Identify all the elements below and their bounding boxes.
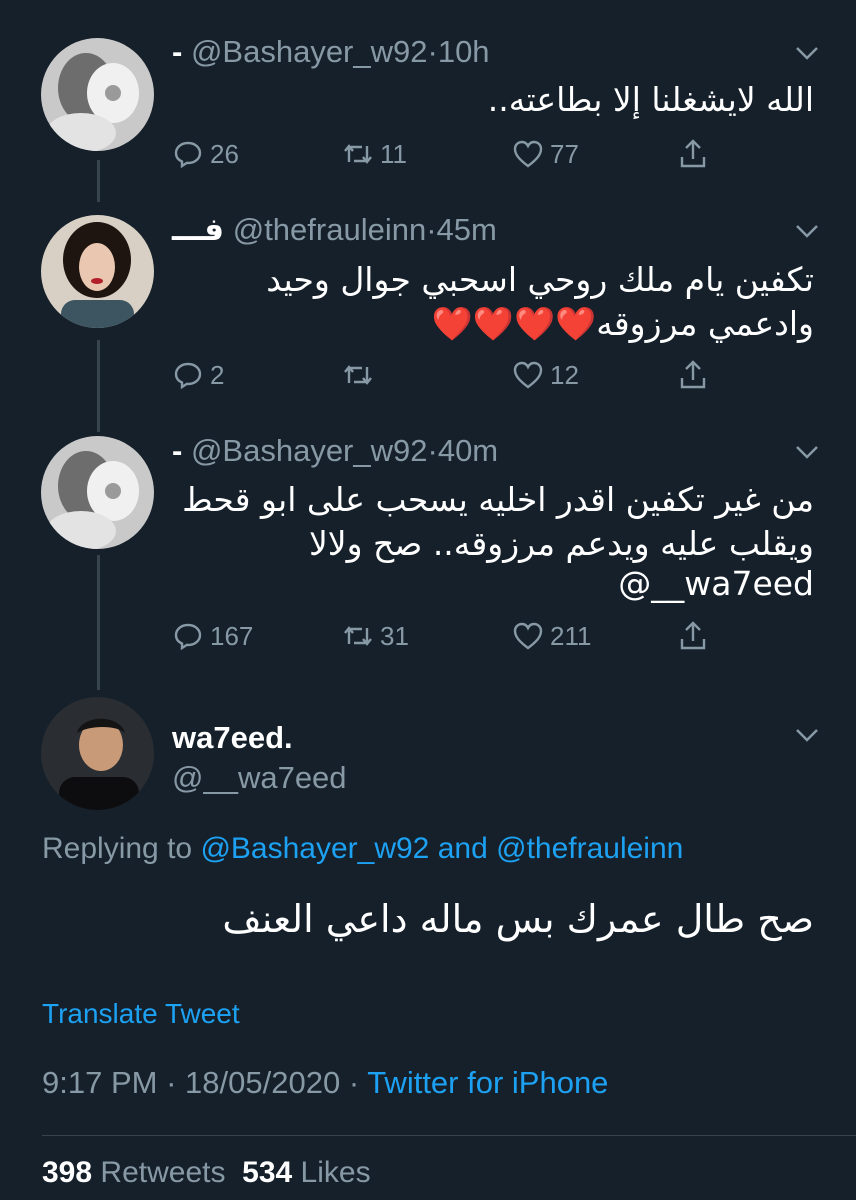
retweet-button[interactable]: 11 <box>342 136 407 172</box>
handle[interactable]: @Bashayer_w92 <box>191 34 428 69</box>
and-word: and <box>437 832 488 865</box>
like-icon <box>513 140 543 168</box>
thread-line <box>97 340 100 432</box>
handle[interactable]: @thefrauleinn <box>233 212 426 247</box>
retweet-icon <box>344 144 372 164</box>
tweet-text: تكفين يام ملك روحي اسحبي جوال وحيد وادعم… <box>266 260 814 343</box>
like-count: 211 <box>550 620 592 651</box>
like-button[interactable]: 211 <box>512 618 591 654</box>
retweets-label: Retweets <box>100 1156 226 1189</box>
chevron-down-icon[interactable] <box>794 443 820 461</box>
tweet-source-link[interactable]: Twitter for iPhone <box>367 1065 608 1100</box>
share-button[interactable] <box>677 618 715 654</box>
timestamp[interactable]: 45m <box>437 212 497 247</box>
likes-label: Likes <box>300 1156 371 1189</box>
share-button[interactable] <box>677 136 715 172</box>
chevron-down-icon[interactable] <box>794 726 820 744</box>
separator: · <box>426 212 437 247</box>
retweets-count: 398 <box>42 1156 93 1189</box>
tweet-header: - @Bashayer_w92·40m <box>172 433 498 469</box>
retweet-icon <box>344 626 372 646</box>
like-icon <box>513 361 543 389</box>
separator: · <box>166 1065 177 1100</box>
reply-button[interactable]: 26 <box>172 136 239 172</box>
reply-button[interactable]: 2 <box>172 357 224 393</box>
reply-count: 2 <box>210 359 225 390</box>
reply-icon <box>174 623 202 651</box>
retweet-count: 31 <box>380 620 409 651</box>
tweet-text: من غير تكفين اقدر اخليه يسحب على ابو قحط… <box>182 480 814 563</box>
likes-stat[interactable]: 534 Likes <box>242 1156 370 1189</box>
like-button[interactable]: 77 <box>512 136 579 172</box>
reply-to-link[interactable]: @Bashayer_w92 <box>200 832 429 865</box>
tweet-header: - @Bashayer_w92·10h <box>172 34 490 70</box>
display-name[interactable]: فـــ <box>172 212 224 247</box>
timestamp[interactable]: 40m <box>438 433 498 468</box>
replying-prefix: Replying to <box>42 832 193 865</box>
retweet-count: 11 <box>380 138 407 169</box>
replying-to: Replying to @Bashayer_w92 and @thefraule… <box>42 832 683 866</box>
display-name[interactable]: wa7eed. <box>172 720 293 756</box>
tweet-time: 9:17 PM <box>42 1065 158 1100</box>
share-icon <box>680 360 706 389</box>
avatar[interactable] <box>41 215 154 328</box>
share-button[interactable] <box>677 357 715 393</box>
display-name[interactable]: - <box>172 433 182 468</box>
translate-tweet-link[interactable]: Translate Tweet <box>42 998 240 1030</box>
handle[interactable]: @__wa7eed <box>172 760 347 796</box>
timestamp[interactable]: 10h <box>438 34 490 69</box>
like-icon <box>513 622 543 650</box>
reply-icon <box>174 141 202 169</box>
retweet-icon <box>344 365 372 385</box>
tweet-text: الله لايشغلنا إلا بطاعته.. <box>487 80 814 119</box>
tweet-header: فـــ @thefrauleinn·45m <box>172 212 497 248</box>
avatar[interactable] <box>41 38 154 151</box>
tweet-stats: 398 Retweets 534 Likes <box>42 1156 371 1190</box>
reply-count: 26 <box>210 138 239 169</box>
tweet-text: صح طال عمرك بس ماله داعي العنف <box>222 897 814 941</box>
mention-link[interactable]: @__wa7eed <box>174 562 814 606</box>
share-icon <box>680 621 706 650</box>
likes-count: 534 <box>242 1156 293 1189</box>
retweets-stat[interactable]: 398 Retweets <box>42 1156 225 1189</box>
avatar[interactable] <box>41 436 154 549</box>
handle[interactable]: @Bashayer_w92 <box>191 433 428 468</box>
separator: · <box>427 433 438 468</box>
chevron-down-icon[interactable] <box>794 44 820 62</box>
divider <box>42 1135 856 1136</box>
separator: · <box>348 1065 360 1100</box>
chevron-down-icon[interactable] <box>794 222 820 240</box>
separator: · <box>427 34 438 69</box>
retweet-button[interactable] <box>342 357 380 393</box>
tweet-actions: 26 11 77 <box>172 136 732 172</box>
reply-count: 167 <box>210 620 254 651</box>
thread-line <box>97 555 100 690</box>
reply-button[interactable]: 167 <box>172 618 253 654</box>
reply-icon <box>174 362 202 390</box>
tweet-date: 18/05/2020 <box>185 1065 341 1100</box>
like-count: 12 <box>550 359 579 390</box>
tweet-meta: 9:17 PM · 18/05/2020 · Twitter for iPhon… <box>42 1065 608 1101</box>
retweet-button[interactable]: 31 <box>342 618 409 654</box>
like-button[interactable]: 12 <box>512 357 579 393</box>
thread-line <box>97 160 100 202</box>
display-name[interactable]: - <box>172 34 182 69</box>
avatar[interactable] <box>41 697 154 810</box>
tweet-actions: 167 31 211 <box>172 618 732 654</box>
tweet-actions: 2 12 <box>172 357 732 393</box>
like-count: 77 <box>550 138 579 169</box>
reply-to-link[interactable]: @thefrauleinn <box>496 832 683 865</box>
share-icon <box>680 139 706 168</box>
